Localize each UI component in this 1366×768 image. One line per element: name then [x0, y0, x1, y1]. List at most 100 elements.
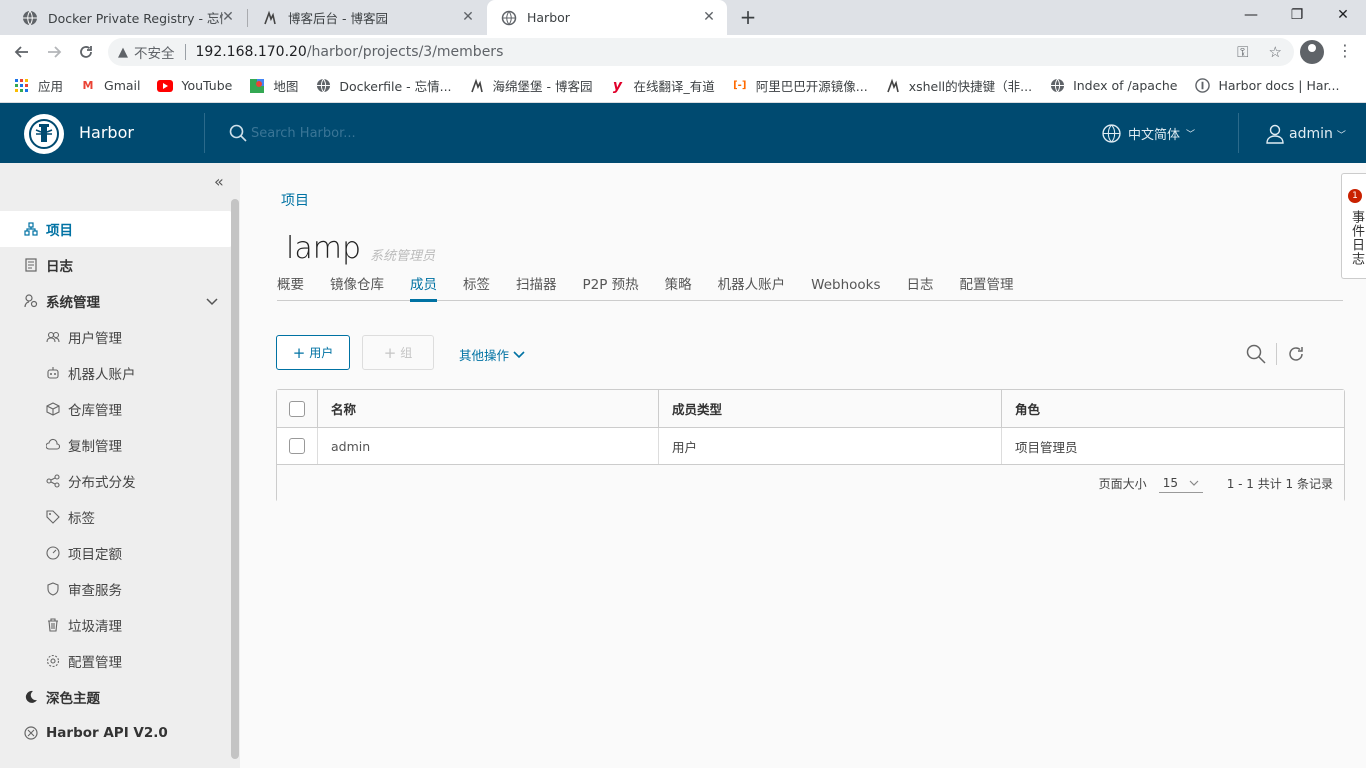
- profile-avatar-icon[interactable]: [1300, 40, 1324, 64]
- tab-logs[interactable]: 日志: [907, 273, 934, 301]
- bookmark-label: YouTube: [181, 78, 233, 93]
- header-divider: [204, 113, 205, 153]
- table-header: 名称 成员类型 角色: [277, 390, 1344, 428]
- address-bar[interactable]: ▲ 不安全 192.168.170.20/harbor/projects/3/m…: [108, 38, 1294, 66]
- add-group-label: 组: [400, 346, 413, 360]
- close-tab-icon[interactable]: ✕: [460, 9, 476, 25]
- sidebar-item-label: Harbor API V2.0: [46, 725, 168, 741]
- grid-tools: [1246, 343, 1305, 365]
- harbor-logo-icon[interactable]: [24, 114, 64, 154]
- bookmark-harbor-docs[interactable]: Harbor docs | Har...: [1194, 78, 1339, 94]
- sidebar-item-distribution[interactable]: 分布式分发: [0, 463, 232, 499]
- browser-tab-docker-registry[interactable]: Docker Private Registry - 忘情 ✕: [8, 0, 246, 35]
- cell-name: admin: [317, 428, 658, 464]
- refresh-icon[interactable]: [1287, 345, 1305, 363]
- brand-name[interactable]: Harbor: [79, 123, 134, 142]
- youtube-icon: [157, 78, 174, 94]
- page-title: lamp: [286, 231, 361, 266]
- sidebar-item-dark-theme[interactable]: 深色主题: [0, 679, 232, 715]
- search-input[interactable]: [251, 125, 451, 141]
- globe-icon: [1102, 124, 1121, 143]
- event-count-badge: 1: [1348, 189, 1362, 203]
- sidebar-item-label: 深色主题: [46, 691, 100, 707]
- security-label[interactable]: 不安全: [134, 42, 175, 62]
- bookmark-aliyun[interactable]: [-] 阿里巴巴开源镜像...: [732, 76, 868, 95]
- members-table: 名称 成员类型 角色 admin 用户 项目管理员 页面大小 15 1 - 1 …: [276, 389, 1345, 502]
- key-icon[interactable]: ⚿: [1237, 43, 1248, 61]
- column-header-name[interactable]: 名称: [317, 390, 658, 427]
- tab-repositories[interactable]: 镜像仓库: [330, 273, 384, 301]
- close-window-icon[interactable]: ✕: [1320, 0, 1366, 30]
- tab-members[interactable]: 成员: [410, 273, 437, 302]
- browser-tab-harbor[interactable]: Harbor ✕: [487, 0, 727, 35]
- arrow-right-icon: [48, 46, 62, 58]
- more-menu-icon[interactable]: ⋮: [1337, 41, 1353, 61]
- cnblogs-icon: [885, 78, 901, 94]
- tab-scanner[interactable]: 扫描器: [516, 273, 557, 301]
- collapse-sidebar-icon[interactable]: «: [214, 172, 224, 191]
- bookmark-cnblogs[interactable]: 海绵堡堡 - 博客园: [469, 76, 593, 95]
- bookmark-xshell[interactable]: xshell的快捷键（非...: [885, 76, 1032, 95]
- sidebar-item-label: 配置管理: [68, 655, 122, 671]
- bookmark-label: 阿里巴巴开源镜像...: [755, 79, 868, 94]
- tab-configuration[interactable]: 配置管理: [960, 273, 1014, 301]
- bookmark-apache[interactable]: Index of /apache: [1049, 78, 1177, 94]
- sidebar-item-config[interactable]: 配置管理: [0, 643, 232, 679]
- tab-policy[interactable]: 策略: [665, 273, 692, 301]
- bookmark-dockerfile[interactable]: Dockerfile - 忘情...: [315, 76, 452, 95]
- sidebar-item-registries[interactable]: 仓库管理: [0, 391, 232, 427]
- bookmark-youdao[interactable]: y 在线翻译_有道: [610, 76, 715, 95]
- row-checkbox[interactable]: [289, 438, 305, 454]
- tab-labels[interactable]: 标签: [463, 273, 490, 301]
- maximize-icon[interactable]: ❐: [1274, 0, 1320, 30]
- sidebar-item-admin[interactable]: 系统管理: [0, 283, 232, 319]
- forward-button[interactable]: [42, 40, 66, 64]
- bookmark-maps[interactable]: 地图: [249, 76, 298, 95]
- column-header-role[interactable]: 角色: [1001, 390, 1344, 427]
- browser-tab-cnblogs[interactable]: 博客后台 - 博客园 ✕: [248, 0, 486, 35]
- back-button[interactable]: [10, 40, 34, 64]
- sidebar-item-projects[interactable]: 项目: [0, 211, 232, 247]
- tab-robot-accounts[interactable]: 机器人账户: [718, 273, 786, 301]
- sidebar-item-api[interactable]: Harbor API V2.0: [0, 715, 232, 751]
- search-icon[interactable]: [1246, 344, 1266, 364]
- column-header-member-type[interactable]: 成员类型: [658, 390, 1001, 427]
- sidebar-item-gc[interactable]: 垃圾清理: [0, 607, 232, 643]
- breadcrumb[interactable]: 项目: [281, 190, 309, 210]
- language-selector[interactable]: 中文简体 ﹀: [1102, 124, 1195, 143]
- chevron-down-icon[interactable]: [206, 294, 218, 310]
- add-user-button[interactable]: + 用户: [276, 335, 350, 370]
- cell-role: 项目管理员: [1001, 428, 1344, 464]
- user-menu[interactable]: admin ﹀: [1266, 124, 1346, 144]
- tab-webhooks[interactable]: Webhooks: [811, 273, 880, 301]
- share-icon: [46, 474, 60, 488]
- close-tab-icon[interactable]: ✕: [701, 9, 717, 25]
- select-all-checkbox[interactable]: [289, 400, 305, 417]
- star-icon[interactable]: ☆: [1269, 43, 1282, 61]
- reload-button[interactable]: [74, 40, 98, 64]
- tab-summary[interactable]: 概要: [277, 273, 304, 301]
- tab-p2p-preheat[interactable]: P2P 预热: [583, 273, 639, 301]
- add-group-button[interactable]: + 组: [362, 335, 434, 370]
- sidebar-scrollbar[interactable]: [231, 199, 239, 759]
- cnblogs-icon: [262, 10, 278, 26]
- bookmark-apps[interactable]: 应用: [14, 76, 63, 95]
- sidebar-item-replication[interactable]: 复制管理: [0, 427, 232, 463]
- new-tab-button[interactable]: +: [736, 6, 760, 30]
- minimize-icon[interactable]: —: [1228, 0, 1274, 30]
- sidebar-item-interrogation[interactable]: 审查服务: [0, 571, 232, 607]
- close-tab-icon[interactable]: ✕: [220, 9, 236, 25]
- page-size-select[interactable]: 15: [1158, 474, 1203, 493]
- more-actions-dropdown[interactable]: 其他操作: [459, 345, 525, 364]
- sidebar-item-users[interactable]: 用户管理: [0, 319, 232, 355]
- logs-icon: [24, 258, 38, 272]
- bookmark-gmail[interactable]: M Gmail: [80, 78, 141, 94]
- api-icon: [24, 726, 38, 740]
- browser-tabstrip: Docker Private Registry - 忘情 ✕ 博客后台 - 博客…: [0, 0, 1366, 35]
- sidebar-item-labels[interactable]: 标签: [0, 499, 232, 535]
- sidebar-item-quotas[interactable]: 项目定额: [0, 535, 232, 571]
- bookmark-youtube[interactable]: YouTube: [157, 78, 232, 94]
- event-log-tab[interactable]: 1 事件日志: [1341, 173, 1366, 279]
- sidebar-item-logs[interactable]: 日志: [0, 247, 232, 283]
- sidebar-item-robots[interactable]: 机器人账户: [0, 355, 232, 391]
